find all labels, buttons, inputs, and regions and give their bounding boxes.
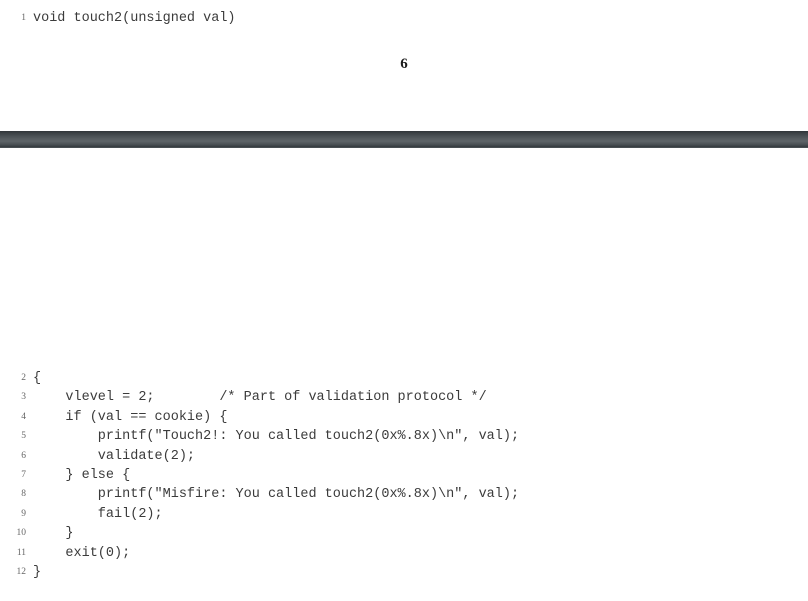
code-line: 3 vlevel = 2; /* Part of validation prot… [0,388,808,407]
code-line-number: 10 [16,528,27,539]
code-line-number: 2 [21,373,26,383]
code-fragment-top: 1 void touch2(unsigned val) [0,9,808,28]
code-line-text: } [33,526,74,542]
code-line: 6 validate(2); [0,447,808,466]
code-line-text: printf("Misfire: You called touch2(0x%.8… [33,487,520,503]
code-fragment-main: 2{3 vlevel = 2; /* Part of validation pr… [0,369,808,582]
code-line-number: 8 [21,489,26,500]
code-line: 10 } [0,524,808,543]
code-line-text: void touch2(unsigned val) [33,11,236,26]
code-line: 12} [0,563,808,582]
code-line-number: 9 [21,508,26,519]
document-page: { "document": { "page_number": "6" }, "t… [0,0,808,601]
code-line-number: 1 [21,13,26,23]
code-line-text: fail(2); [33,506,163,522]
code-line-text: } [33,564,42,580]
code-line-text: vlevel = 2; /* Part of validation protoc… [33,390,487,406]
code-line-text: { [33,371,42,386]
code-line-text: } else { [33,467,131,483]
code-line: 5 printf("Touch2!: You called touch2(0x%… [0,427,808,446]
code-line-text: exit(0); [33,545,131,561]
code-line: 9 fail(2); [0,505,808,524]
code-line: 8 printf("Misfire: You called touch2(0x%… [0,485,808,504]
code-line: 4 if (val == cookie) { [0,408,808,427]
code-line-number: 5 [21,431,26,442]
code-line-number: 3 [21,392,26,403]
code-line-number: 6 [21,450,26,461]
code-line: 1 void touch2(unsigned val) [0,9,808,28]
code-line-number: 11 [16,547,26,558]
code-line: 11 exit(0); [0,544,808,563]
code-line-number: 7 [21,469,26,480]
dark-horizontal-bar [0,131,808,148]
code-line: 7 } else { [0,466,808,485]
code-line-number: 4 [21,411,26,422]
page-number: 6 [400,56,408,72]
code-line-number: 12 [16,566,27,577]
code-line-text: validate(2); [33,448,196,464]
code-line: 2{ [0,369,808,388]
code-line-text: printf("Touch2!: You called touch2(0x%.8… [33,429,520,445]
code-line-text: if (val == cookie) { [33,409,228,425]
